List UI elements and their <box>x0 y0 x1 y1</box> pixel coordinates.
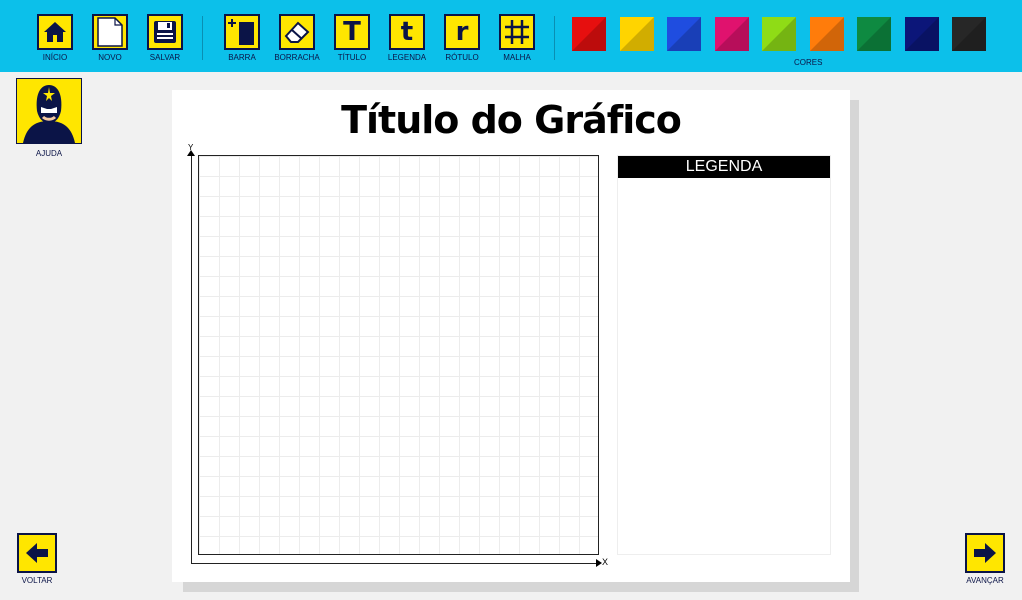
swatch-shade <box>904 17 939 51</box>
forward-label: AVANÇAR <box>966 576 1004 585</box>
bar-label: BARRA <box>228 53 256 62</box>
chart-title[interactable]: Título do Gráfico <box>172 98 850 142</box>
save-label: SALVAR <box>149 53 181 62</box>
swatch-shade <box>857 17 891 51</box>
help-label: AJUDA <box>35 149 63 158</box>
grid-button[interactable] <box>499 14 535 50</box>
add-bar-icon <box>228 19 254 45</box>
new-document-icon <box>97 17 123 47</box>
salvar-tool: SALVAR <box>145 14 185 62</box>
back-button[interactable] <box>17 533 57 573</box>
grid-label: MALHA <box>503 53 531 62</box>
swatch-shade <box>762 17 796 51</box>
forward-nav: AVANÇAR <box>963 533 1007 585</box>
toolbar: INÍCIO NOVO SALVAR BARRA BORRACHA T TÍTU… <box>0 0 1022 72</box>
x-axis-label: X <box>602 557 609 567</box>
title-button[interactable]: T <box>334 14 370 50</box>
legend-label: LEGENDA <box>387 53 427 62</box>
home-button[interactable] <box>37 14 73 50</box>
arrow-right-icon <box>974 543 996 563</box>
back-label: VOLTAR <box>21 576 53 585</box>
y-axis-label: Y <box>188 143 194 152</box>
x-axis-line <box>191 563 596 564</box>
legenda-tool: t LEGENDA <box>387 14 427 62</box>
toolbar-divider <box>202 16 203 60</box>
barra-tool: BARRA <box>222 14 262 62</box>
swatch-shade <box>619 17 654 51</box>
swatch-shade <box>667 17 701 51</box>
color-swatch[interactable] <box>904 17 939 51</box>
rotulo-tool: r RÓTULO <box>442 14 482 62</box>
arrow-left-icon <box>26 543 48 563</box>
bar-button[interactable] <box>224 14 260 50</box>
eraser-button[interactable] <box>279 14 315 50</box>
toolbar-divider <box>554 16 555 60</box>
color-swatch[interactable] <box>619 17 654 51</box>
plot-area[interactable] <box>198 155 599 555</box>
legend-panel[interactable]: LEGENDA <box>617 155 831 555</box>
colors-label: CORES <box>794 58 823 67</box>
titulo-tool: T TÍTULO <box>332 14 372 62</box>
superhero-avatar-icon <box>17 79 81 143</box>
home-label: INÍCIO <box>42 53 68 62</box>
color-swatch[interactable] <box>572 17 606 51</box>
y-axis-line <box>191 152 192 564</box>
swatch-shade <box>952 17 986 51</box>
swatch-shade <box>714 17 749 51</box>
inicio-tool: INÍCIO <box>35 14 75 62</box>
borracha-tool: BORRACHA <box>274 14 320 62</box>
color-swatch[interactable] <box>952 17 986 51</box>
legend-button[interactable]: t <box>389 14 425 50</box>
label-tool-label: RÓTULO <box>445 53 479 62</box>
legend-header: LEGENDA <box>618 156 830 178</box>
color-swatch[interactable] <box>762 17 796 51</box>
new-label: NOVO <box>98 53 122 62</box>
eraser-icon <box>284 21 310 43</box>
label-glyph-icon: r <box>455 17 469 47</box>
new-button[interactable] <box>92 14 128 50</box>
color-swatch[interactable] <box>667 17 701 51</box>
malha-tool: MALHA <box>497 14 537 62</box>
swatch-shade <box>572 17 606 51</box>
save-disk-icon <box>154 21 176 43</box>
novo-tool: NOVO <box>90 14 130 62</box>
color-swatch[interactable] <box>857 17 891 51</box>
help-panel: AJUDA <box>16 78 82 158</box>
eraser-label: BORRACHA <box>274 53 320 62</box>
swatch-shade <box>809 17 844 51</box>
save-button[interactable] <box>147 14 183 50</box>
chart-canvas: Título do Gráfico Y X LEGENDA <box>172 90 850 582</box>
title-glyph-icon: T <box>343 17 361 47</box>
label-button[interactable]: r <box>444 14 480 50</box>
color-swatch[interactable] <box>714 17 749 51</box>
legend-glyph-icon: t <box>400 17 414 47</box>
back-nav: VOLTAR <box>15 533 59 585</box>
forward-button[interactable] <box>965 533 1005 573</box>
color-swatch[interactable] <box>809 17 844 51</box>
grid-icon <box>505 20 529 44</box>
title-label: TÍTULO <box>337 53 367 62</box>
home-icon <box>44 22 66 42</box>
help-button[interactable] <box>16 78 82 144</box>
